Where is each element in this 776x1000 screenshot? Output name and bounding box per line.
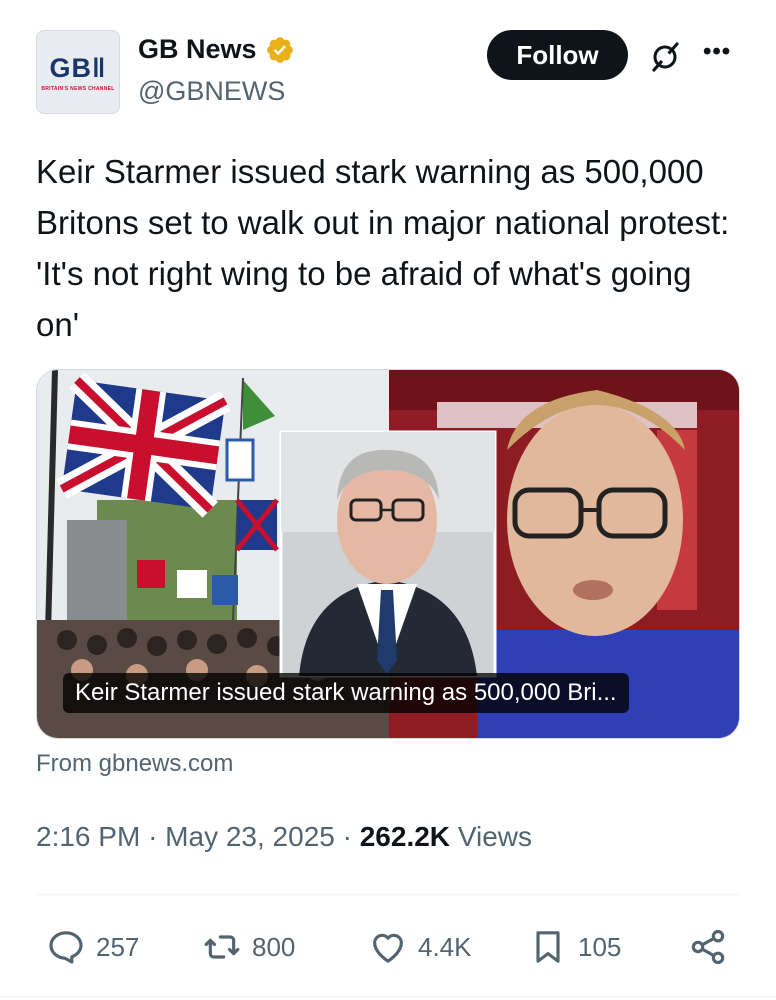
bookmark-count: 105 [578,931,622,962]
verified-badge-icon [266,36,293,63]
bottom-divider [0,996,776,997]
reply-button[interactable]: 257 [46,920,139,974]
like-button[interactable]: 4.4K [368,920,472,974]
divider [36,894,740,895]
grok-icon[interactable] [648,40,682,74]
author-handle[interactable]: @GBNEWS [138,76,285,107]
share-button[interactable] [688,920,728,974]
repost-button[interactable]: 800 [202,920,295,974]
bookmark-icon [536,931,560,963]
link-card-caption[interactable]: Keir Starmer issued stark warning as 500… [63,673,629,713]
post-text: Keir Starmer issued stark warning as 500… [36,153,730,343]
meta-separator: · [148,821,158,852]
action-bar: 257 800 4.4K 105 [36,920,740,974]
link-card[interactable]: Keir Starmer issued stark warning as 500… [36,369,740,739]
meta-separator: · [342,821,352,852]
more-options-icon[interactable]: ••• [703,38,731,66]
avatar[interactable]: GB‖ BRITAIN'S NEWS CHANNEL [36,30,120,114]
reply-icon [49,931,83,964]
bookmark-button[interactable]: 105 [528,920,621,974]
follow-button[interactable]: Follow [487,30,628,80]
post-time[interactable]: 2:16 PM [36,821,140,852]
views-label: Views [457,821,532,852]
post-meta: 2:16 PM · May 23, 2025 · 262.2K Views [36,821,532,853]
reply-count: 257 [96,931,140,962]
link-source[interactable]: From gbnews.com [36,750,233,778]
post-date[interactable]: May 23, 2025 [165,821,335,852]
heart-icon [373,933,403,963]
author-name-row[interactable]: GB News [138,34,295,65]
repost-count: 800 [252,931,296,962]
gb-news-logo: GB‖ [49,52,107,83]
like-count: 4.4K [418,931,472,962]
repost-icon [204,935,240,959]
share-icon [691,929,725,965]
views-count: 262.2K [359,821,451,852]
author-name[interactable]: GB News [138,34,257,65]
avatar-tagline: BRITAIN'S NEWS CHANNEL [41,85,115,92]
